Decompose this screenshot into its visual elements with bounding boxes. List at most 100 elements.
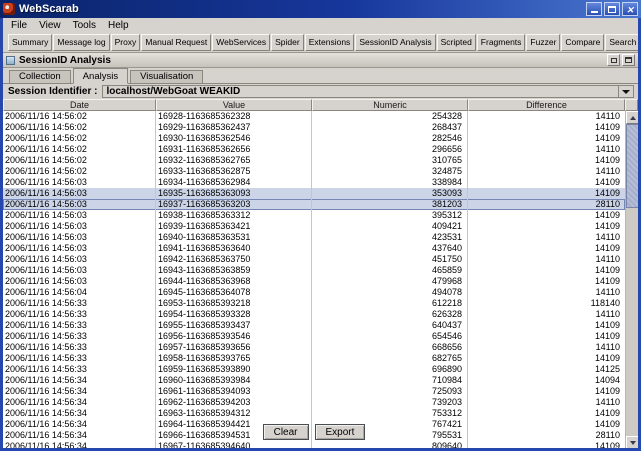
table-row[interactable]: 2006/11/16 14:56:3316958-116368539376568…: [3, 353, 625, 364]
window-controls: [584, 2, 638, 16]
column-header-difference[interactable]: Difference: [468, 99, 625, 111]
session-identifier-row: Session Identifier : localhost/WebGoat W…: [3, 84, 638, 99]
frame-title: SessionID Analysis: [19, 55, 605, 66]
toolbar: SummaryMessage logProxyManual RequestWeb…: [3, 32, 638, 52]
combobox-dropdown-button[interactable]: [618, 86, 633, 97]
maximize-button[interactable]: [604, 2, 620, 16]
cell-difference: 14109: [468, 276, 625, 287]
cell-date: 2006/11/16 14:56:04: [3, 287, 156, 298]
menu-file[interactable]: File: [5, 20, 33, 31]
table-row[interactable]: 2006/11/16 14:56:0416945-116368536407849…: [3, 287, 625, 298]
toolbar-button-search[interactable]: Search: [605, 34, 638, 51]
toolbar-button-summary[interactable]: Summary: [8, 34, 52, 51]
table-row[interactable]: 2006/11/16 14:56:3416962-116368539420373…: [3, 397, 625, 408]
sessionid-analysis-frame: SessionID Analysis CollectionAnalysisVis…: [3, 52, 638, 448]
table-row[interactable]: 2006/11/16 14:56:0316935-116368536309335…: [3, 188, 625, 199]
table-row[interactable]: 2006/11/16 14:56:3316957-116368539365666…: [3, 342, 625, 353]
table-row[interactable]: 2006/11/16 14:56:0316937-116368536320338…: [3, 199, 625, 210]
cell-value: 16945-1163685364078: [156, 287, 312, 298]
table-row[interactable]: 2006/11/16 14:56:3316956-116368539354665…: [3, 331, 625, 342]
toolbar-button-proxy[interactable]: Proxy: [111, 34, 141, 51]
toolbar-button-compare[interactable]: Compare: [561, 34, 604, 51]
table-row[interactable]: 2006/11/16 14:56:3316955-116368539343764…: [3, 320, 625, 331]
cell-difference: 14109: [468, 331, 625, 342]
table-row[interactable]: 2006/11/16 14:56:0216932-116368536276531…: [3, 155, 625, 166]
maximize-icon: [625, 57, 632, 63]
table-row[interactable]: 2006/11/16 14:56:0316938-116368536331239…: [3, 210, 625, 221]
column-header-date[interactable]: Date: [3, 99, 156, 111]
table-row[interactable]: 2006/11/16 14:56:0316941-116368536364043…: [3, 243, 625, 254]
cell-difference: 14109: [468, 210, 625, 221]
cell-difference: 14109: [468, 441, 625, 448]
cell-difference: 14109: [468, 188, 625, 199]
column-header-value[interactable]: Value: [156, 99, 312, 111]
table-row[interactable]: 2006/11/16 14:56:3316953-116368539321861…: [3, 298, 625, 309]
cell-difference: 118140: [468, 298, 625, 309]
vertical-scrollbar[interactable]: [625, 111, 638, 448]
frame-restore-button[interactable]: [607, 54, 620, 66]
menu-help[interactable]: Help: [102, 20, 135, 31]
cell-value: 16955-1163685393437: [156, 320, 312, 331]
tab-collection[interactable]: Collection: [9, 70, 71, 83]
cell-difference: 14110: [468, 232, 625, 243]
table-row[interactable]: 2006/11/16 14:56:0316942-116368536375045…: [3, 254, 625, 265]
table-row[interactable]: 2006/11/16 14:56:0216928-116368536232825…: [3, 111, 625, 122]
close-button[interactable]: [622, 2, 638, 16]
toolbar-button-webservices[interactable]: WebServices: [212, 34, 270, 51]
scroll-down-button[interactable]: [626, 436, 638, 448]
cell-date: 2006/11/16 14:56:03: [3, 243, 156, 254]
cell-numeric: 338984: [312, 177, 468, 188]
toolbar-button-sessionid-analysis[interactable]: SessionID Analysis: [355, 34, 435, 51]
tab-visualisation[interactable]: Visualisation: [130, 70, 203, 83]
toolbar-button-fragments[interactable]: Fragments: [477, 34, 526, 51]
scroll-up-button[interactable]: [626, 111, 638, 124]
table-row[interactable]: 2006/11/16 14:56:0316940-116368536353142…: [3, 232, 625, 243]
cell-difference: 14110: [468, 254, 625, 265]
session-identifier-combobox[interactable]: localhost/WebGoat WEAKID: [102, 85, 634, 98]
toolbar-button-extensions[interactable]: Extensions: [305, 34, 355, 51]
table-row[interactable]: 2006/11/16 14:56:3416960-116368539398471…: [3, 375, 625, 386]
table-row[interactable]: 2006/11/16 14:56:0216933-116368536287532…: [3, 166, 625, 177]
table-row[interactable]: 2006/11/16 14:56:3316959-116368539389069…: [3, 364, 625, 375]
session-identifier-label: Session Identifier :: [8, 86, 97, 97]
toolbar-button-fuzzer[interactable]: Fuzzer: [526, 34, 560, 51]
table-row[interactable]: 2006/11/16 14:56:3316954-116368539332862…: [3, 309, 625, 320]
cell-value: 16935-1163685363093: [156, 188, 312, 199]
cell-value: 16930-1163685362546: [156, 133, 312, 144]
menu-tools[interactable]: Tools: [67, 20, 102, 31]
table-row[interactable]: 2006/11/16 14:56:0216931-116368536265629…: [3, 144, 625, 155]
export-button[interactable]: Export: [315, 424, 366, 440]
cell-value: 16939-1163685363421: [156, 221, 312, 232]
table-row[interactable]: 2006/11/16 14:56:3416967-116368539464080…: [3, 441, 625, 448]
cell-value: 16956-1163685393546: [156, 331, 312, 342]
table-row[interactable]: 2006/11/16 14:56:0216929-116368536243726…: [3, 122, 625, 133]
cell-numeric: 809640: [312, 441, 468, 448]
frame-maximize-button[interactable]: [622, 54, 635, 66]
toolbar-button-spider[interactable]: Spider: [271, 34, 304, 51]
cell-numeric: 710984: [312, 375, 468, 386]
table-row[interactable]: 2006/11/16 14:56:0316944-116368536396847…: [3, 276, 625, 287]
cell-date: 2006/11/16 14:56:03: [3, 221, 156, 232]
table-row[interactable]: 2006/11/16 14:56:0316943-116368536385946…: [3, 265, 625, 276]
table-row[interactable]: 2006/11/16 14:56:0316939-116368536342140…: [3, 221, 625, 232]
toolbar-button-scripted[interactable]: Scripted: [437, 34, 476, 51]
table-row[interactable]: 2006/11/16 14:56:3416963-116368539431275…: [3, 408, 625, 419]
close-icon: [626, 0, 634, 18]
tab-bar: CollectionAnalysisVisualisation: [3, 68, 638, 84]
minimize-button[interactable]: [586, 2, 602, 16]
cell-difference: 14109: [468, 386, 625, 397]
menu-view[interactable]: View: [33, 20, 67, 31]
clear-button[interactable]: Clear: [263, 424, 309, 440]
scroll-down-icon: [630, 441, 636, 445]
cell-numeric: 465859: [312, 265, 468, 276]
toolbar-button-message-log[interactable]: Message log: [53, 34, 109, 51]
tab-analysis[interactable]: Analysis: [73, 68, 128, 84]
toolbar-button-manual-request[interactable]: Manual Request: [141, 34, 211, 51]
table-row[interactable]: 2006/11/16 14:56:0316934-116368536298433…: [3, 177, 625, 188]
table-row[interactable]: 2006/11/16 14:56:0216930-116368536254628…: [3, 133, 625, 144]
table-row[interactable]: 2006/11/16 14:56:3416961-116368539409372…: [3, 386, 625, 397]
scrollbar-thumb[interactable]: [626, 124, 638, 208]
column-header-numeric[interactable]: Numeric: [312, 99, 468, 111]
cell-numeric: 310765: [312, 155, 468, 166]
cell-date: 2006/11/16 14:56:03: [3, 276, 156, 287]
